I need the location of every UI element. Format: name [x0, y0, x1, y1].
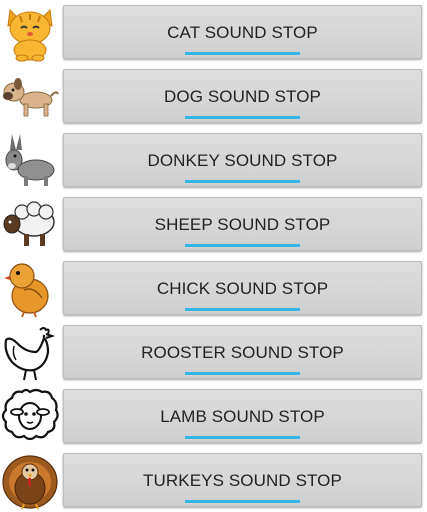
focus-underline — [185, 52, 300, 55]
cat-sound-stop-button[interactable]: CAT SOUND STOP — [63, 5, 422, 59]
list-item-sheep: SHEEP SOUND STOP — [0, 192, 427, 256]
turkeys-sound-stop-button[interactable]: TURKEYS SOUND STOP — [63, 453, 422, 507]
button-label: LAMB SOUND STOP — [160, 407, 325, 426]
list-item-cat: CAT SOUND STOP — [0, 0, 427, 64]
button-label: CAT SOUND STOP — [167, 23, 318, 42]
button-label: SHEEP SOUND STOP — [154, 215, 331, 234]
rooster-sound-stop-button[interactable]: ROOSTER SOUND STOP — [63, 325, 422, 379]
sheep-sound-stop-button[interactable]: SHEEP SOUND STOP — [63, 197, 422, 251]
focus-underline — [185, 372, 300, 375]
button-label: CHICK SOUND STOP — [156, 279, 329, 298]
focus-underline — [185, 436, 300, 439]
donkey-icon — [0, 130, 60, 190]
rooster-icon — [0, 322, 60, 382]
cat-icon — [0, 2, 60, 62]
list-item-rooster: ROOSTER SOUND STOP — [0, 320, 427, 384]
button-label: ROOSTER SOUND STOP — [141, 343, 344, 362]
focus-underline — [185, 500, 300, 503]
chick-sound-stop-button[interactable]: CHICK SOUND STOP — [63, 261, 422, 315]
focus-underline — [185, 180, 300, 183]
turkey-icon — [0, 450, 60, 510]
list-item-donkey: DONKEY SOUND STOP — [0, 128, 427, 192]
sheep-icon — [0, 194, 60, 254]
lamb-icon — [0, 386, 60, 446]
lamb-sound-stop-button[interactable]: LAMB SOUND STOP — [63, 389, 422, 443]
list-item-lamb: LAMB SOUND STOP — [0, 384, 427, 448]
list-item-turkey: TURKEYS SOUND STOP — [0, 448, 427, 512]
donkey-sound-stop-button[interactable]: DONKEY SOUND STOP — [63, 133, 422, 187]
button-label: DONKEY SOUND STOP — [147, 151, 338, 170]
dog-sound-stop-button[interactable]: DOG SOUND STOP — [63, 69, 422, 123]
animal-sound-list: CAT SOUND STOP DOG SOUND STOP DONKEY SOU… — [0, 0, 427, 512]
focus-underline — [185, 308, 300, 311]
focus-underline — [185, 116, 300, 119]
button-label: DOG SOUND STOP — [164, 87, 321, 106]
chick-icon — [0, 258, 60, 318]
list-item-dog: DOG SOUND STOP — [0, 64, 427, 128]
focus-underline — [185, 244, 300, 247]
list-item-chick: CHICK SOUND STOP — [0, 256, 427, 320]
button-label: TURKEYS SOUND STOP — [143, 471, 342, 490]
dog-icon — [0, 66, 60, 126]
